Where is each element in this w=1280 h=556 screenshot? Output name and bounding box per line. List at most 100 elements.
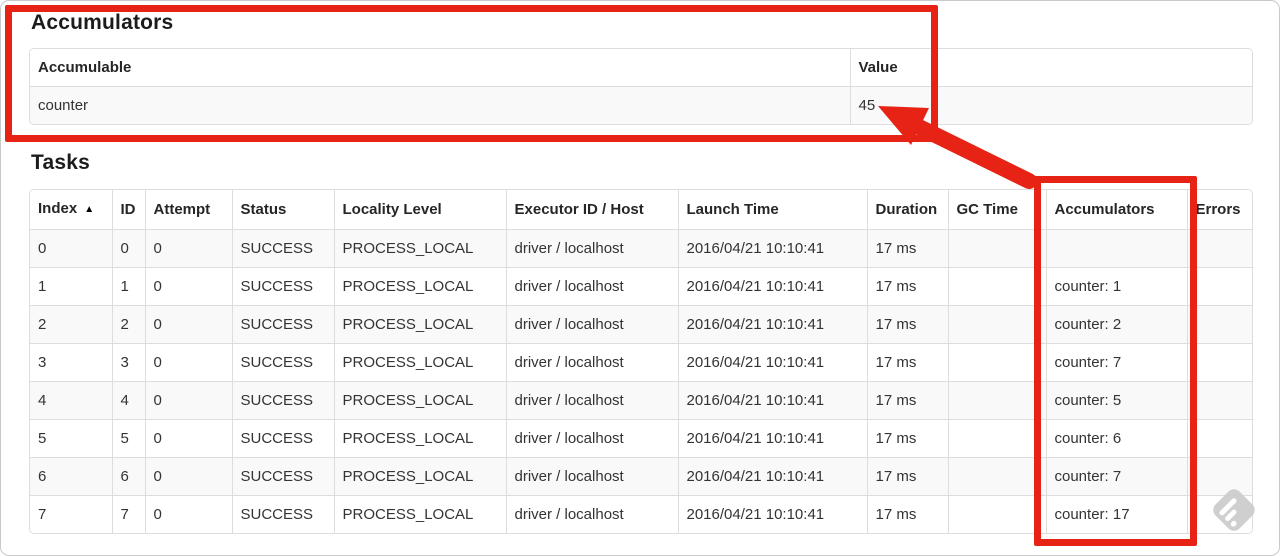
table-row: 5 5 0 SUCCESS PROCESS_LOCAL driver / localhos…: [30, 419, 1252, 458]
table-cell: 0: [144, 343, 232, 382]
accumulators-header-row: Accumulable Value: [30, 49, 1252, 87]
table-cell: SUCCESS: [231, 267, 334, 306]
table-cell: PROCESS_LOCAL: [333, 381, 506, 420]
table-row: 7 7 0 SUCCESS PROCESS_LOCAL driver / localhos…: [30, 495, 1252, 533]
col-header-launch-time[interactable]: Launch Time: [677, 190, 867, 230]
table-cell: SUCCESS: [231, 457, 334, 496]
table-cell: counter: 5: [1045, 381, 1187, 420]
col-header-id[interactable]: ID: [111, 190, 145, 230]
table-cell: 5: [30, 419, 112, 458]
table-cell: PROCESS_LOCAL: [333, 267, 506, 306]
table-cell: [947, 381, 1046, 420]
tasks-table-body: 0 0 0 SUCCESS PROCESS_LOCAL driver / localhos…: [30, 229, 1252, 533]
table-cell: 17 ms: [866, 305, 948, 344]
table-cell: counter: 7: [1045, 457, 1187, 496]
table-cell: 2016/04/21 10:10:41: [677, 343, 867, 382]
table-cell: [1186, 229, 1252, 268]
table-row: 2 2 0 SUCCESS PROCESS_LOCAL driver / localhos…: [30, 305, 1252, 344]
table-cell: 17 ms: [866, 381, 948, 420]
table-cell: 0: [144, 381, 232, 420]
table-cell: 3: [111, 343, 145, 382]
accumulators-table-body: counter 45: [30, 86, 1252, 124]
table-cell: 17 ms: [866, 419, 948, 458]
table-cell: 2: [111, 305, 145, 344]
table-cell: driver / localhost: [505, 457, 678, 496]
table-cell: 0: [144, 305, 232, 344]
col-header-accumulable: Accumulable: [30, 49, 850, 87]
table-cell: PROCESS_LOCAL: [333, 495, 506, 533]
table-cell: [1186, 267, 1252, 306]
table-cell: PROCESS_LOCAL: [333, 419, 506, 458]
table-cell: [1186, 343, 1252, 382]
table-cell: [947, 343, 1046, 382]
table-cell: 0: [144, 229, 232, 268]
table-row: counter 45: [30, 86, 1252, 124]
table-cell: PROCESS_LOCAL: [333, 229, 506, 268]
table-cell: SUCCESS: [231, 381, 334, 420]
table-cell: [1186, 419, 1252, 458]
table-cell: [947, 267, 1046, 306]
table-cell: 0: [111, 229, 145, 268]
col-header-gc-time[interactable]: GC Time: [947, 190, 1046, 230]
col-header-attempt[interactable]: Attempt: [144, 190, 232, 230]
table-cell: [947, 419, 1046, 458]
col-header-value: Value: [849, 49, 1252, 87]
table-cell: counter: [30, 86, 850, 124]
table-cell: 0: [30, 229, 112, 268]
table-cell: driver / localhost: [505, 419, 678, 458]
col-header-index-label: Index: [38, 200, 78, 217]
table-cell: 7: [30, 495, 112, 533]
table-cell: 2: [30, 305, 112, 344]
table-cell: SUCCESS: [231, 495, 334, 533]
table-cell: 2016/04/21 10:10:41: [677, 457, 867, 496]
table-cell: 2016/04/21 10:10:41: [677, 305, 867, 344]
table-cell: counter: 1: [1045, 267, 1187, 306]
accumulators-table: Accumulable Value counter 45: [30, 49, 1252, 124]
table-cell: 4: [111, 381, 145, 420]
table-cell: [947, 495, 1046, 533]
table-cell: 17 ms: [866, 229, 948, 268]
spark-ui-stage-page: Accumulators Accumulable Value counter 45…: [0, 0, 1280, 556]
table-cell: 5: [111, 419, 145, 458]
table-cell: SUCCESS: [231, 305, 334, 344]
table-row: 6 6 0 SUCCESS PROCESS_LOCAL driver / localhos…: [30, 457, 1252, 496]
table-cell: 3: [30, 343, 112, 382]
accumulators-table-container: Accumulable Value counter 45: [29, 48, 1253, 125]
col-header-duration[interactable]: Duration: [866, 190, 948, 230]
table-row: 0 0 0 SUCCESS PROCESS_LOCAL driver / localhos…: [30, 229, 1252, 268]
tasks-table-container: Index ▲ ID Attempt Status Locality Level …: [29, 189, 1253, 534]
col-header-accumulators[interactable]: Accumulators: [1045, 190, 1187, 230]
col-header-errors[interactable]: Errors: [1186, 190, 1252, 230]
table-cell: [1045, 229, 1187, 268]
col-header-executor-id-host[interactable]: Executor ID / Host: [505, 190, 678, 230]
table-cell: 45: [849, 86, 1252, 124]
table-cell: 17 ms: [866, 495, 948, 533]
table-cell: 2016/04/21 10:10:41: [677, 495, 867, 533]
table-cell: 17 ms: [866, 267, 948, 306]
col-header-index[interactable]: Index ▲: [30, 190, 112, 230]
table-cell: 2016/04/21 10:10:41: [677, 381, 867, 420]
table-cell: 2016/04/21 10:10:41: [677, 267, 867, 306]
table-cell: 6: [30, 457, 112, 496]
table-cell: 7: [111, 495, 145, 533]
table-cell: driver / localhost: [505, 305, 678, 344]
table-cell: [947, 457, 1046, 496]
table-cell: PROCESS_LOCAL: [333, 343, 506, 382]
table-cell: SUCCESS: [231, 229, 334, 268]
table-cell: 0: [144, 457, 232, 496]
accumulators-section-title: Accumulators: [31, 11, 174, 34]
table-cell: [1186, 381, 1252, 420]
table-cell: 0: [144, 419, 232, 458]
col-header-locality-level[interactable]: Locality Level: [333, 190, 506, 230]
table-cell: driver / localhost: [505, 267, 678, 306]
table-row: 4 4 0 SUCCESS PROCESS_LOCAL driver / localhos…: [30, 381, 1252, 420]
table-cell: [947, 229, 1046, 268]
table-row: 1 1 0 SUCCESS PROCESS_LOCAL driver / localhos…: [30, 267, 1252, 306]
table-cell: 6: [111, 457, 145, 496]
tasks-table: Index ▲ ID Attempt Status Locality Level …: [30, 190, 1252, 533]
table-row: 3 3 0 SUCCESS PROCESS_LOCAL driver / localhos…: [30, 343, 1252, 382]
table-cell: counter: 2: [1045, 305, 1187, 344]
col-header-status[interactable]: Status: [231, 190, 334, 230]
table-cell: SUCCESS: [231, 419, 334, 458]
table-cell: driver / localhost: [505, 495, 678, 533]
